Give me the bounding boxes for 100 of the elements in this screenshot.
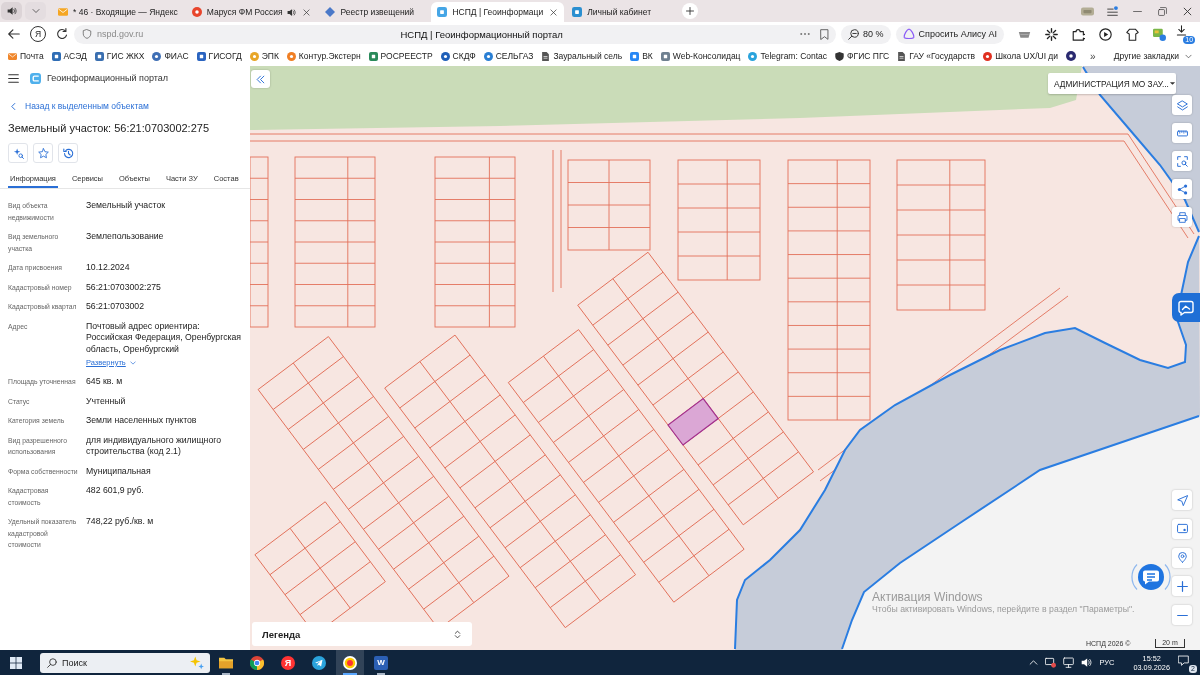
page-title: НСПД | Геоинформационный портал	[399, 28, 564, 40]
layers-button[interactable]	[1172, 95, 1192, 115]
legend-toggle[interactable]: Легенда	[252, 622, 472, 646]
bookmark[interactable]: Контур.Экстерн	[286, 51, 361, 61]
place-search-button[interactable]	[1172, 547, 1192, 568]
history-button[interactable]	[58, 143, 78, 163]
segmented-circle-icon	[250, 655, 264, 670]
menu-icon	[1107, 5, 1118, 17]
bookmark[interactable]: ФГИС ПГС	[835, 51, 890, 61]
taskbar-app[interactable]: Я	[274, 650, 302, 675]
share-icon	[1176, 183, 1188, 195]
start-button[interactable]	[10, 656, 22, 669]
locate-button[interactable]	[1172, 490, 1192, 510]
message-icon	[1178, 654, 1189, 666]
extension-button[interactable]	[1043, 26, 1060, 42]
plus-icon	[1176, 580, 1188, 592]
extension-button[interactable]	[1097, 26, 1114, 42]
bookmark[interactable]: СКДФ	[440, 51, 476, 61]
bookmark[interactable]: Почта	[8, 51, 44, 61]
print-button[interactable]	[1172, 207, 1192, 227]
extension-button[interactable]	[1070, 26, 1087, 42]
other-bookmarks-button[interactable]: Другие закладки	[1113, 51, 1192, 61]
bookmark[interactable]: ФИАС	[152, 51, 189, 61]
ask-assistant-button[interactable]: Спросить Алису AI	[895, 24, 1005, 44]
caret-down-icon	[1168, 80, 1176, 87]
bookmark[interactable]: ВК	[630, 51, 653, 61]
property-value: Земли населенных пунктов	[86, 415, 198, 427]
ruler-button[interactable]	[1172, 123, 1192, 143]
select-area-button[interactable]	[1172, 151, 1192, 171]
site-address: nspd.gov.ru	[97, 29, 144, 39]
chevron-up-icon	[1029, 658, 1039, 667]
screen-button[interactable]	[1172, 518, 1192, 539]
taskbar-app[interactable]	[336, 650, 364, 675]
bookmark[interactable]: Школа UX/UI ди	[983, 51, 1059, 61]
more-bookmarks-button[interactable]: »	[1090, 50, 1096, 62]
new-tab-button[interactable]	[682, 3, 699, 19]
bookmark-button[interactable]	[819, 28, 830, 40]
up-down-chevron-icon	[453, 629, 462, 639]
reload-button[interactable]	[54, 26, 70, 42]
chevron-down-icon	[31, 7, 40, 15]
speaker-icon	[287, 7, 297, 17]
address-bar[interactable]: nspd.gov.ru НСПД | Геоинформационный портал	[74, 24, 836, 44]
zoom-in-button[interactable]	[1172, 576, 1192, 597]
browser-tab[interactable]: Реестр извещений	[319, 2, 430, 22]
bookmark[interactable]: ГИСОГД	[196, 51, 242, 61]
bookmark[interactable]: ГИС ЖКХ	[94, 51, 145, 61]
property-value: Земельный участок	[86, 200, 167, 212]
sparkles-icon	[190, 655, 204, 670]
bookmark[interactable]: ЭПК	[249, 51, 279, 61]
close-tab-button[interactable]	[301, 7, 312, 17]
object-heading: Земельный участок: 56:21:0703002:275	[8, 121, 210, 135]
share-button[interactable]	[1172, 179, 1192, 199]
menu-button[interactable]	[8, 72, 19, 84]
selected-parcel	[667, 397, 720, 446]
activation-title: Активация Windows	[872, 590, 984, 604]
feedback-tab[interactable]	[1172, 293, 1200, 322]
play-icon	[1098, 27, 1112, 41]
back-link[interactable]: Назад к выделенным объектам	[10, 100, 149, 112]
bookmark[interactable]: Зауральный сель	[541, 51, 623, 61]
folder-icon	[219, 655, 233, 670]
bookmark[interactable]: Web-Консолидац	[660, 51, 741, 61]
favorite-button[interactable]	[33, 143, 53, 163]
burst-icon	[1044, 27, 1058, 41]
search-icon	[47, 657, 57, 668]
close-tab-button[interactable]	[548, 7, 559, 17]
property-value: 10.12.2024	[86, 262, 131, 274]
property-value: Учтенный	[86, 395, 127, 407]
chevron-down-icon	[129, 360, 136, 366]
speaker-icon	[6, 6, 17, 16]
audio-button[interactable]	[1, 2, 22, 20]
zoom-button[interactable]: 80 %	[841, 24, 891, 44]
browser-tab[interactable]: НСПД | Геоинформаци	[431, 2, 565, 22]
bookmark[interactable]: АСЭД	[51, 51, 87, 61]
bookmark[interactable]: Telegram: Contac	[748, 51, 828, 61]
property-value: 56:21:0703002:275	[86, 281, 162, 293]
select-area-icon	[1176, 155, 1188, 167]
bookmark[interactable]: СЕЛЬГАЗ	[483, 51, 534, 61]
search-nearby-button[interactable]	[8, 143, 28, 163]
property-value: 748,22 руб./кв. м	[86, 516, 155, 528]
browser-tab[interactable]: * 46 · Входящие — Яндекс	[52, 2, 184, 22]
bookmark[interactable]: РОСРЕЕСТР	[368, 51, 433, 61]
zoom-out-button[interactable]	[1172, 605, 1192, 625]
region-select[interactable]: АДМИНИСТРАЦИЯ МО ЗАУ...	[1048, 73, 1176, 94]
browser-tab[interactable]: Личный кабинет	[566, 2, 677, 22]
four-squares-icon	[10, 656, 22, 669]
back-button[interactable]	[6, 26, 22, 42]
extension-button[interactable]	[1124, 26, 1141, 42]
portal-title: Геоинформационный портал	[47, 73, 168, 83]
search-field[interactable]: Поиск	[40, 652, 210, 673]
browser-tab[interactable]: Маруся ФМ Россия	[185, 2, 318, 22]
bookmark[interactable]: ГАУ «Государств	[897, 51, 976, 61]
portal-logo-icon	[30, 72, 41, 84]
site-icon[interactable]	[1066, 51, 1077, 61]
menu-icon	[8, 72, 19, 84]
collapse-panel-button[interactable]	[251, 70, 270, 88]
close-icon	[303, 8, 310, 16]
monitor-alert-icon	[1045, 657, 1057, 668]
image-icon	[1152, 27, 1166, 41]
property-value: Почтовый адрес ориентира: Российская Федерация, Оренбургская область, Оренбургский	[86, 320, 243, 355]
ruler-icon	[1176, 127, 1188, 139]
